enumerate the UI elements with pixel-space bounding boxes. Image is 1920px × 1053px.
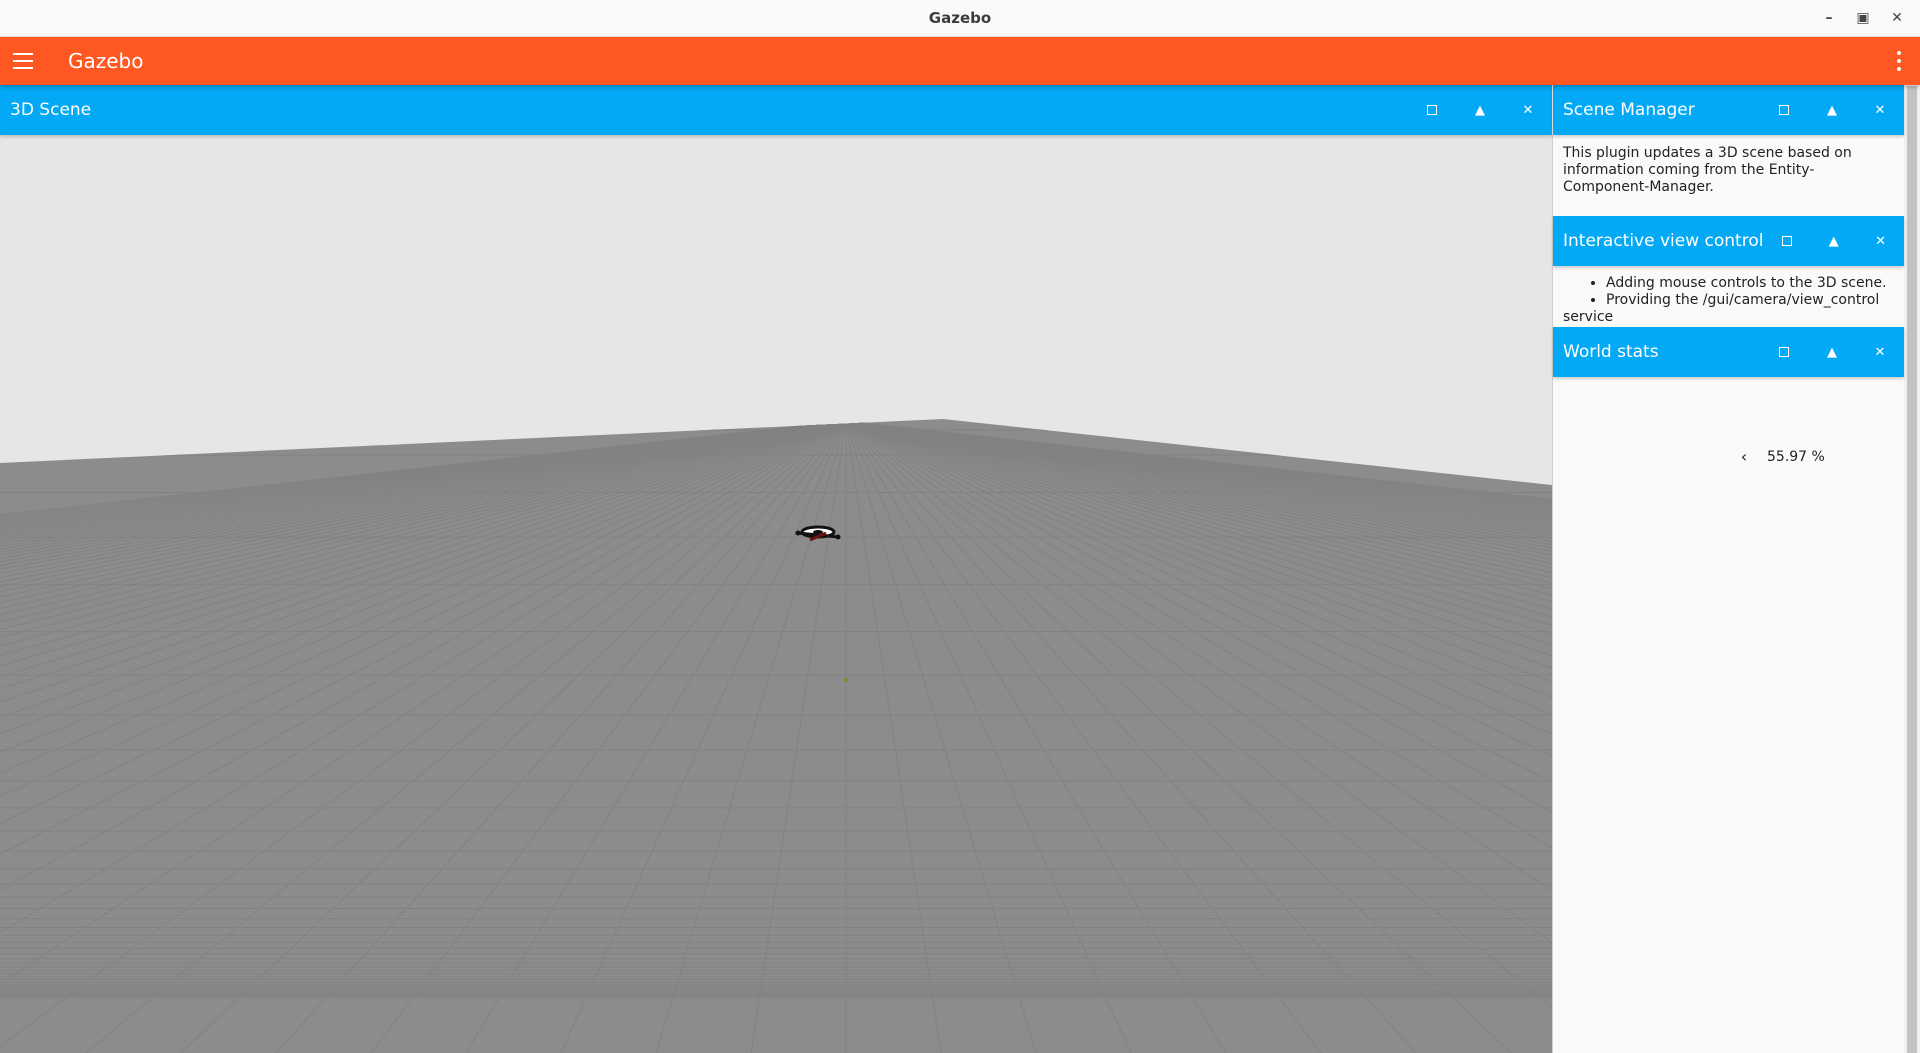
view-control-tail: service bbox=[1563, 309, 1614, 325]
window-title: Gazebo bbox=[928, 9, 992, 27]
dock-scrollbar[interactable] bbox=[1904, 86, 1920, 1053]
origin-marker bbox=[844, 678, 848, 682]
scene-manager-description: This plugin updates a 3D scene based on … bbox=[1563, 145, 1852, 195]
close-icon[interactable]: ✕ bbox=[1856, 327, 1904, 377]
chevron-left-icon[interactable]: ‹ bbox=[1735, 447, 1753, 466]
scene-render bbox=[0, 135, 1552, 1053]
collapse-triangle-icon[interactable]: ▲ bbox=[1456, 85, 1504, 135]
collapse-triangle-icon[interactable]: ▲ bbox=[1808, 327, 1856, 377]
float-square-icon[interactable] bbox=[1763, 216, 1810, 266]
window-titlebar: Gazebo – ▣ ✕ bbox=[0, 0, 1920, 37]
world-stats-title: World stats bbox=[1563, 342, 1659, 362]
close-icon[interactable]: ✕ bbox=[1504, 85, 1552, 135]
collapse-triangle-icon[interactable]: ▲ bbox=[1808, 85, 1856, 135]
scene-manager-title: Scene Manager bbox=[1563, 100, 1695, 120]
float-square-icon[interactable] bbox=[1760, 327, 1808, 377]
maximize-icon[interactable]: ▣ bbox=[1846, 0, 1880, 36]
view-control-header: Interactive view control ▲ ✕ bbox=[1553, 216, 1904, 266]
kebab-icon[interactable] bbox=[1894, 37, 1904, 85]
app-title: Gazebo bbox=[68, 49, 144, 73]
close-icon[interactable]: ✕ bbox=[1857, 216, 1904, 266]
window-controls: – ▣ ✕ bbox=[1812, 0, 1914, 36]
view-control-description: Adding mouse controls to the 3D scene. P… bbox=[1563, 275, 1903, 326]
close-icon[interactable]: ✕ bbox=[1880, 0, 1914, 36]
scene-panel-header: 3D Scene ▲ ✕ bbox=[0, 85, 1552, 135]
scene-manager-header: Scene Manager ▲ ✕ bbox=[1553, 85, 1904, 135]
float-square-icon[interactable] bbox=[1408, 85, 1456, 135]
minimize-icon[interactable]: – bbox=[1812, 0, 1846, 36]
view-control-list: Adding mouse controls to the 3D scene. P… bbox=[1563, 275, 1903, 309]
hamburger-icon[interactable] bbox=[13, 37, 37, 85]
list-item: Providing the /gui/camera/view_control bbox=[1606, 292, 1903, 309]
world-stats-row: ‹ 55.97 % bbox=[1735, 447, 1825, 466]
scene-panel-title: 3D Scene bbox=[10, 100, 92, 120]
scrollbar-thumb[interactable] bbox=[1907, 86, 1917, 1053]
real-time-factor: 55.97 % bbox=[1767, 448, 1825, 465]
app-bar: Gazebo bbox=[0, 37, 1920, 85]
close-icon[interactable]: ✕ bbox=[1856, 85, 1904, 135]
3d-scene-viewport[interactable] bbox=[0, 135, 1553, 1053]
float-square-icon[interactable] bbox=[1760, 85, 1808, 135]
world-stats-header: World stats ▲ ✕ bbox=[1553, 327, 1904, 377]
view-control-title: Interactive view control bbox=[1563, 231, 1764, 251]
list-item: Adding mouse controls to the 3D scene. bbox=[1606, 275, 1903, 292]
collapse-triangle-icon[interactable]: ▲ bbox=[1810, 216, 1857, 266]
